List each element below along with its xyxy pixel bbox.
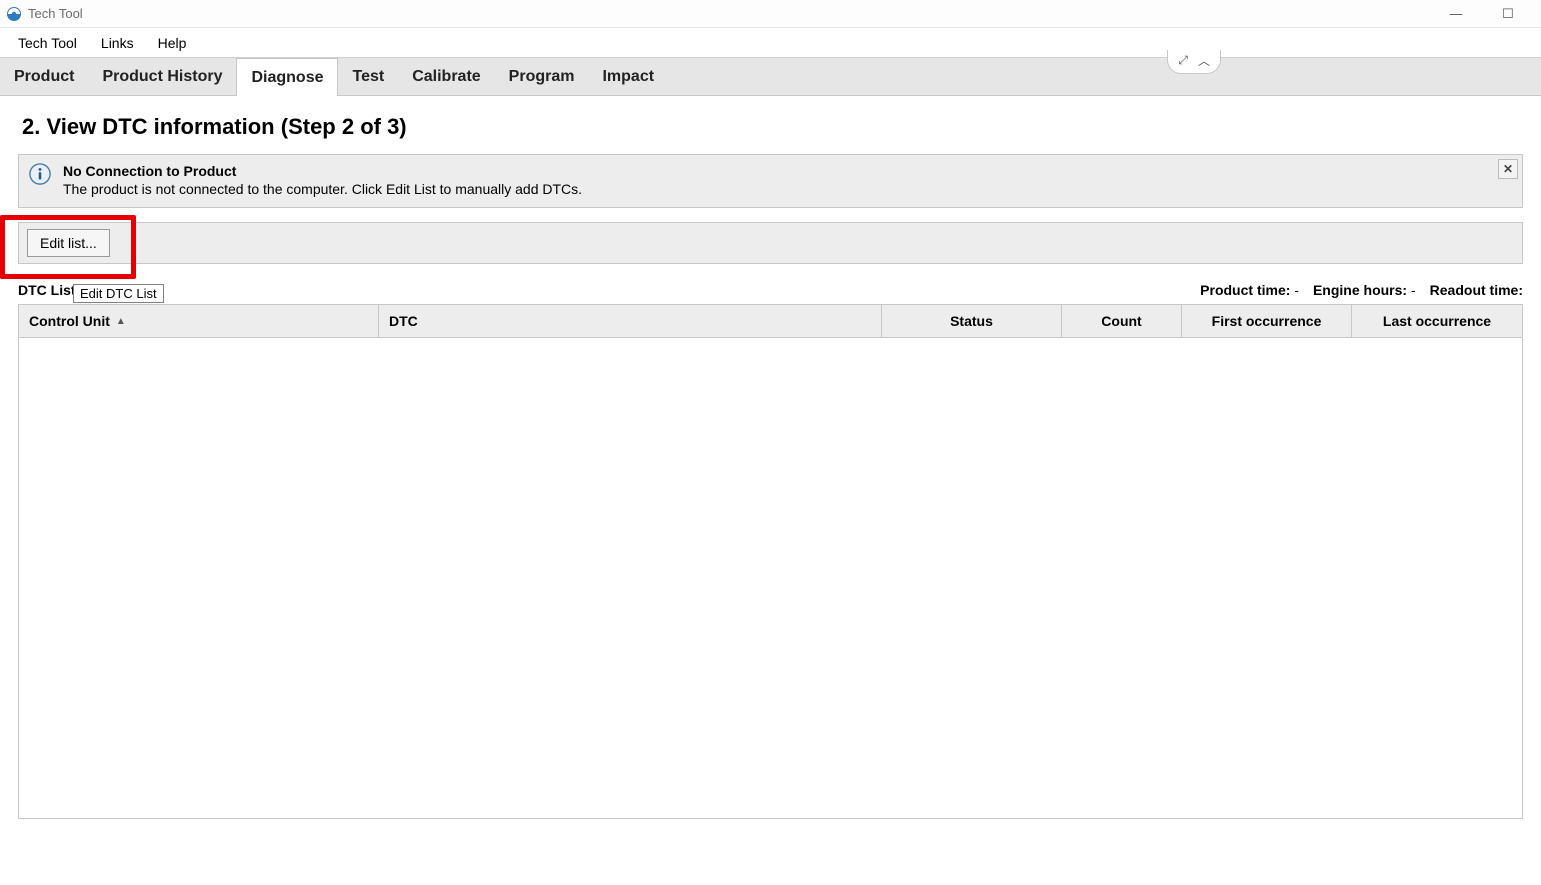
info-title: No Connection to Product xyxy=(63,163,582,179)
grid-header-row: Control Unit ▲ DTC Status Count First oc… xyxy=(19,305,1522,338)
dtc-grid: Control Unit ▲ DTC Status Count First oc… xyxy=(18,304,1523,819)
tab-impact[interactable]: Impact xyxy=(588,58,668,95)
col-count[interactable]: Count xyxy=(1062,305,1182,337)
info-body: The product is not connected to the comp… xyxy=(63,181,582,197)
info-text: No Connection to Product The product is … xyxy=(63,163,582,197)
tab-diagnose[interactable]: Diagnose xyxy=(236,58,338,96)
info-banner: No Connection to Product The product is … xyxy=(18,154,1523,208)
col-last-occurrence[interactable]: Last occurrence xyxy=(1352,305,1522,337)
col-control-unit[interactable]: Control Unit ▲ xyxy=(19,305,379,337)
maximize-button[interactable]: ☐ xyxy=(1493,6,1523,22)
minimize-button[interactable]: — xyxy=(1441,6,1471,22)
engine-hours: Engine hours: - xyxy=(1313,282,1416,298)
page-title: 2. View DTC information (Step 2 of 3) xyxy=(22,114,1523,140)
col-dtc[interactable]: DTC xyxy=(379,305,882,337)
tab-calibrate[interactable]: Calibrate xyxy=(398,58,494,95)
tab-test[interactable]: Test xyxy=(338,58,398,95)
close-icon: ✕ xyxy=(1503,162,1513,176)
tab-program[interactable]: Program xyxy=(495,58,589,95)
edit-list-button[interactable]: Edit list... xyxy=(27,229,110,257)
list-meta-row: DTC List (0 items) Product time: - Engin… xyxy=(18,282,1523,298)
page-content: 2. View DTC information (Step 2 of 3) No… xyxy=(0,96,1541,819)
app-icon xyxy=(6,6,22,22)
tab-product-history[interactable]: Product History xyxy=(88,58,236,95)
chevron-up-icon: ︿ xyxy=(1198,52,1210,69)
info-close-button[interactable]: ✕ xyxy=(1498,159,1518,179)
info-icon xyxy=(29,163,51,185)
tab-product[interactable]: Product xyxy=(0,58,88,95)
sort-asc-icon: ▲ xyxy=(116,316,126,327)
grid-body xyxy=(19,338,1522,818)
menu-techtool[interactable]: Tech Tool xyxy=(6,28,89,57)
col-first-occurrence[interactable]: First occurrence xyxy=(1182,305,1352,337)
edit-list-tooltip: Edit DTC List xyxy=(73,284,164,303)
readout-time: Readout time: xyxy=(1430,282,1523,298)
expand-collapse-toggle[interactable]: ⤢ ︿ xyxy=(1167,50,1221,74)
menu-links[interactable]: Links xyxy=(89,28,146,57)
expand-icon: ⤢ xyxy=(1178,53,1188,68)
titlebar: Tech Tool — ☐ xyxy=(0,0,1541,28)
col-status[interactable]: Status xyxy=(882,305,1062,337)
window-title: Tech Tool xyxy=(28,6,83,21)
dtc-toolbar: Edit list... xyxy=(18,222,1523,264)
main-tabs: Product Product History Diagnose Test Ca… xyxy=(0,58,1541,96)
menu-help[interactable]: Help xyxy=(146,28,199,57)
product-time: Product time: - xyxy=(1200,282,1299,298)
menubar: Tech Tool Links Help xyxy=(0,28,1541,58)
